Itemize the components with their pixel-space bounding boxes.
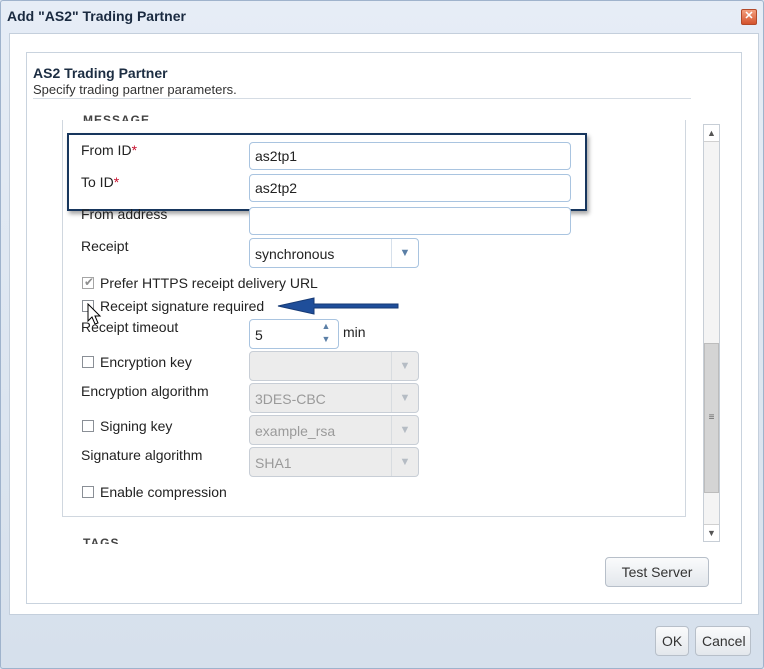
signing-key-checkbox[interactable] [82,420,94,432]
dialog-title: Add "AS2" Trading Partner [7,8,186,24]
receipt-label: Receipt [81,238,129,254]
chevron-down-icon: ▼ [391,416,418,444]
from-address-input[interactable] [249,207,571,235]
signature-algorithm-value: SHA1 [255,455,292,471]
from-address-label: From address [81,206,168,222]
encryption-algorithm-label: Encryption algorithm [81,383,209,399]
receipt-select[interactable]: synchronous ▼ [249,238,419,268]
receipt-timeout-spinner[interactable]: 5 ▲ ▼ [249,319,339,349]
chevron-down-icon: ▼ [391,384,418,412]
chevron-up-icon[interactable]: ▲ [318,321,334,334]
signing-key-label: Signing key [100,418,173,434]
signature-algorithm-label: Signature algorithm [81,447,203,463]
message-legend: MESSAGE [83,113,151,121]
test-server-button[interactable]: Test Server [605,557,709,587]
chevron-down-icon: ▼ [391,352,418,380]
receipt-value: synchronous [255,246,335,262]
enable-compression-checkbox[interactable] [82,486,94,498]
receipt-signature-label: Receipt signature required [100,298,265,314]
encryption-key-label: Encryption key [100,354,192,370]
dialog-titlebar[interactable]: Add "AS2" Trading Partner ✕ [1,1,763,33]
enable-compression-label: Enable compression [100,484,227,500]
prefer-https-label: Prefer HTTPS receipt delivery URL [100,275,318,291]
scroll-thumb[interactable]: ≡ [704,343,719,493]
encryption-key-checkbox[interactable] [82,356,94,368]
encryption-algorithm-select[interactable]: 3DES-CBC ▼ [249,383,419,413]
triangle-down-icon[interactable]: ▼ [704,524,719,541]
receipt-timeout-value: 5 [255,327,263,343]
receipt-timeout-unit: min [343,324,366,340]
checkmark-icon: ✔ [84,275,95,289]
chevron-down-icon[interactable]: ▼ [318,334,334,347]
encryption-key-select[interactable]: ▼ [249,351,419,381]
tags-legend: TAGS [83,536,120,544]
encryption-algorithm-value: 3DES-CBC [255,391,326,407]
scrollbar[interactable]: ▲ ≡ ▼ [703,124,720,542]
triangle-up-icon[interactable]: ▲ [704,125,719,142]
chevron-down-icon: ▼ [391,239,418,267]
highlight-box [67,133,587,211]
close-icon[interactable]: ✕ [741,9,757,25]
annotation-arrow-icon [277,297,399,315]
prefer-https-checkbox[interactable]: ✔ [82,275,95,289]
signing-key-value: example_rsa [255,423,336,439]
section-divider [33,98,691,99]
signing-key-select[interactable]: example_rsa ▼ [249,415,419,445]
mouse-pointer-icon [87,303,102,325]
ok-button[interactable]: OK [655,626,689,656]
signature-algorithm-select[interactable]: SHA1 ▼ [249,447,419,477]
cancel-button[interactable]: Cancel [695,626,751,656]
chevron-down-icon: ▼ [391,448,418,476]
section-subtitle: Specify trading partner parameters. [33,82,237,97]
section-title: AS2 Trading Partner [33,65,168,81]
